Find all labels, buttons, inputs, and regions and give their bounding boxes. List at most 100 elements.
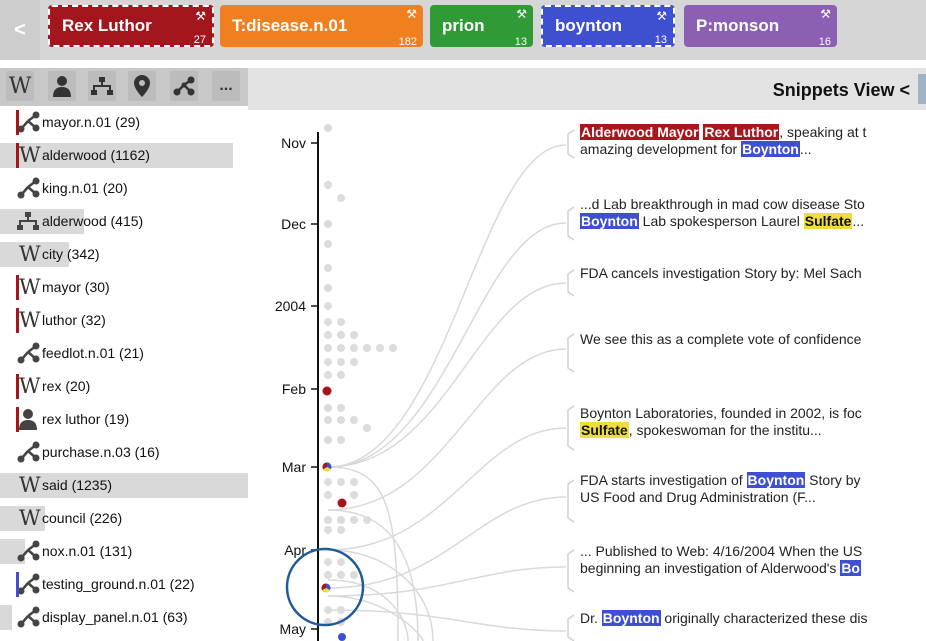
document-dot[interactable]	[337, 526, 345, 534]
entity-highlight[interactable]: Sulfate	[803, 213, 853, 229]
document-dot[interactable]	[337, 331, 345, 339]
entity-highlight[interactable]: Rex Luthor	[703, 124, 780, 140]
document-dot[interactable]	[350, 571, 358, 579]
document-dot[interactable]	[324, 606, 332, 614]
document-dot[interactable]	[350, 331, 358, 339]
document-dot[interactable]	[324, 558, 332, 566]
wiki-filter-button[interactable]: W	[6, 71, 34, 101]
entity-chip[interactable]: Rex Luthor ⚒ 27	[48, 5, 214, 47]
tools-icon[interactable]: ⚒	[820, 7, 831, 21]
entity-highlight[interactable]: Boynton	[601, 610, 661, 626]
document-dot[interactable]	[337, 558, 345, 566]
entity-highlight[interactable]: Bo	[840, 560, 861, 576]
document-dot[interactable]	[363, 516, 371, 524]
document-dot[interactable]	[337, 371, 345, 379]
document-dot[interactable]	[337, 571, 345, 579]
document-dot[interactable]	[363, 344, 371, 352]
document-dot[interactable]	[350, 516, 358, 524]
entity-chip[interactable]: prion ⚒ 13	[430, 5, 533, 48]
document-dot[interactable]	[324, 491, 332, 499]
term-item[interactable]: purchase.n.03 (16)	[0, 436, 248, 469]
document-dot[interactable]	[337, 516, 345, 524]
entity-chip[interactable]: P:monson ⚒ 16	[684, 5, 837, 48]
document-dot[interactable]	[324, 264, 332, 272]
document-dot[interactable]	[363, 424, 371, 432]
document-dot[interactable]	[324, 302, 332, 310]
document-dot[interactable]	[324, 124, 332, 132]
snippet[interactable]: Boynton Laboratories, founded in 2002, i…	[580, 405, 862, 439]
term-item[interactable]: Wrex (20)	[0, 370, 248, 403]
tools-icon[interactable]: ⚒	[516, 7, 527, 21]
taxonomy-filter-button[interactable]	[170, 71, 198, 101]
document-dot[interactable]	[324, 344, 332, 352]
tools-icon[interactable]: ⚒	[195, 9, 206, 23]
document-dot[interactable]	[324, 404, 332, 412]
view-selector-box[interactable]	[918, 74, 926, 104]
term-item[interactable]: nox.n.01 (131)	[0, 535, 248, 568]
snippet[interactable]: FDA starts investigation of Boynton Stor…	[580, 472, 861, 506]
snippet[interactable]: ...d Lab breakthrough in mad cow disease…	[580, 196, 865, 230]
document-dot[interactable]	[324, 358, 332, 366]
term-item[interactable]: Wcouncil (226)	[0, 502, 248, 535]
location-filter-button[interactable]	[128, 71, 156, 101]
document-dot-highlighted[interactable]	[338, 633, 346, 641]
organization-filter-button[interactable]	[88, 71, 116, 101]
term-item[interactable]: Wmayor (30)	[0, 271, 248, 304]
snippet[interactable]: We see this as a complete vote of confid…	[580, 331, 861, 348]
document-dot[interactable]	[337, 416, 345, 424]
document-dot[interactable]	[350, 478, 358, 486]
term-item[interactable]: feedlot.n.01 (21)	[0, 337, 248, 370]
term-item[interactable]: rex luthor (19)	[0, 403, 248, 436]
entity-highlight[interactable]: Alderwood Mayor	[580, 124, 700, 140]
document-dot[interactable]	[324, 331, 332, 339]
document-dot[interactable]	[324, 284, 332, 292]
document-dot[interactable]	[324, 478, 332, 486]
entity-highlight[interactable]: Boynton	[746, 472, 806, 488]
entity-highlight[interactable]: Boynton	[580, 213, 639, 229]
document-dot[interactable]	[324, 220, 332, 228]
document-dot[interactable]	[324, 516, 332, 524]
document-dot-highlighted[interactable]	[337, 498, 347, 508]
tools-icon[interactable]: ⚒	[406, 7, 417, 21]
term-item[interactable]: display_panel.n.01 (63)	[0, 601, 248, 634]
entity-chip[interactable]: boynton ⚒ 13	[541, 5, 675, 47]
document-dot[interactable]	[337, 344, 345, 352]
document-dot[interactable]	[337, 478, 345, 486]
term-item[interactable]: alderwood (415)	[0, 205, 248, 238]
entity-chip[interactable]: T:disease.n.01 ⚒ 182	[220, 5, 423, 48]
document-dot[interactable]	[350, 344, 358, 352]
document-dot[interactable]	[337, 606, 345, 614]
document-dot[interactable]	[389, 344, 397, 352]
term-item[interactable]: Wsaid (1235)	[0, 469, 248, 502]
document-dot[interactable]	[337, 436, 345, 444]
term-item[interactable]: mayor.n.01 (29)	[0, 106, 248, 139]
document-dot[interactable]	[337, 358, 345, 366]
document-dot[interactable]	[324, 436, 332, 444]
term-item[interactable]: Wcity (342)	[0, 238, 248, 271]
document-dot[interactable]	[350, 416, 358, 424]
document-dot[interactable]	[337, 318, 345, 326]
document-dot[interactable]	[350, 491, 358, 499]
more-filter-button[interactable]: ...	[212, 71, 240, 101]
back-button[interactable]: <	[0, 0, 40, 60]
document-dot[interactable]	[324, 240, 332, 248]
document-dot[interactable]	[376, 344, 384, 352]
document-dot[interactable]	[324, 526, 332, 534]
document-dot[interactable]	[337, 404, 345, 412]
term-item[interactable]: testing_ground.n.01 (22)	[0, 568, 248, 601]
snippet[interactable]: FDA cancels investigation Story by: Mel …	[580, 265, 862, 282]
entity-highlight[interactable]: Sulfate	[580, 422, 629, 438]
document-dot[interactable]	[350, 358, 358, 366]
document-dot[interactable]	[324, 571, 332, 579]
document-dot[interactable]	[324, 318, 332, 326]
document-dot[interactable]	[324, 181, 332, 189]
term-item[interactable]: Wluthor (32)	[0, 304, 248, 337]
term-item[interactable]: king.n.01 (20)	[0, 172, 248, 205]
person-filter-button[interactable]	[48, 71, 76, 101]
term-item[interactable]: Walderwood (1162)	[0, 139, 248, 172]
document-dot[interactable]	[324, 371, 332, 379]
snippet[interactable]: Dr. Boynton originally characterized the…	[580, 610, 868, 627]
document-dot[interactable]	[337, 194, 345, 202]
snippet[interactable]: Alderwood Mayor Rex Luthor, speaking at …	[580, 124, 866, 158]
document-dot[interactable]	[324, 416, 332, 424]
